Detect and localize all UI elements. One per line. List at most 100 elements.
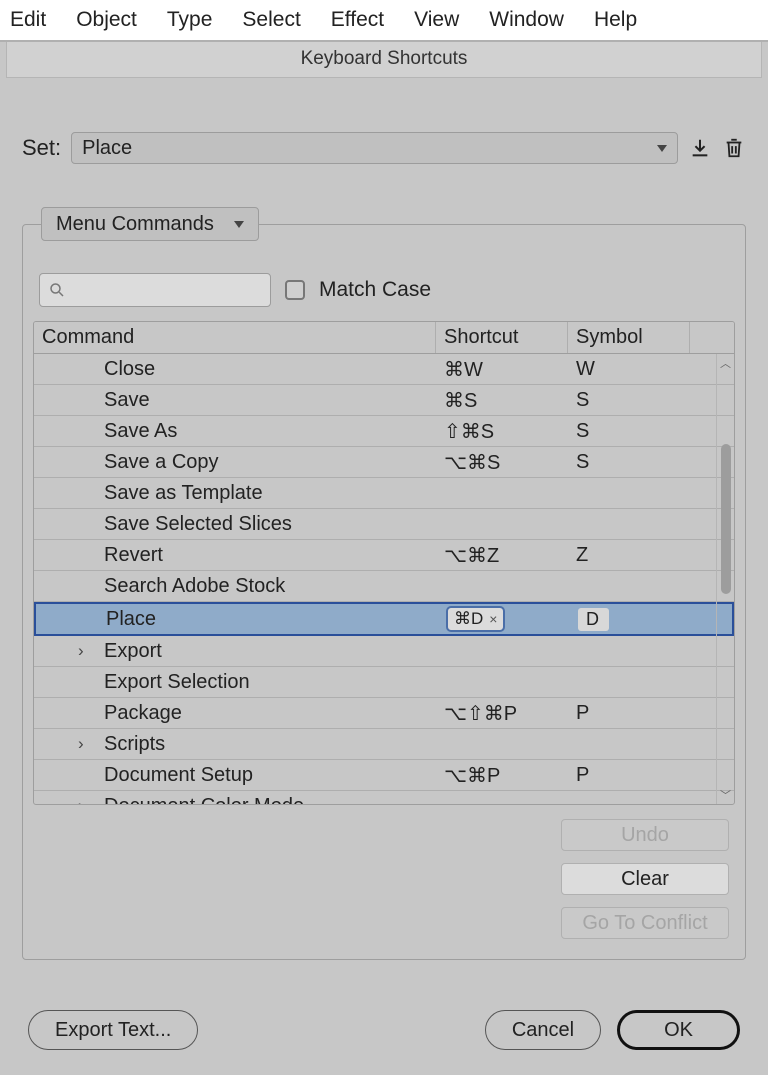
table-row[interactable]: › Export — [34, 636, 734, 667]
table-row[interactable]: Save a Copy⌥⌘SS — [34, 447, 734, 478]
clear-button[interactable]: Clear — [561, 863, 729, 895]
table-row[interactable]: Document Setup⌥⌘PP — [34, 760, 734, 791]
menu-type[interactable]: Type — [167, 8, 213, 32]
command-label: Save As — [104, 420, 177, 443]
set-dropdown-value: Place — [82, 137, 132, 160]
column-symbol[interactable]: Symbol — [568, 322, 690, 353]
ok-button[interactable]: OK — [617, 1010, 740, 1050]
table-row[interactable]: Search Adobe Stock — [34, 571, 734, 602]
table-row[interactable]: Revert ⌥⌘ZZ — [34, 540, 734, 571]
shortcut-cell: ⌘W — [436, 354, 568, 384]
column-command[interactable]: Command — [34, 322, 436, 353]
command-cell: Save As — [34, 416, 436, 446]
table-row[interactable]: › Scripts — [34, 729, 734, 760]
command-cell: Save a Copy — [34, 447, 436, 477]
shortcut-cell — [436, 571, 568, 601]
command-label: Document Setup — [104, 764, 253, 787]
menu-edit[interactable]: Edit — [10, 8, 46, 32]
shortcut-cell: ⌥⌘Z — [436, 540, 568, 570]
menu-effect[interactable]: Effect — [331, 8, 384, 32]
symbol-cell — [568, 478, 690, 508]
chevron-down-icon — [234, 221, 244, 228]
menu-view[interactable]: View — [414, 8, 459, 32]
save-set-icon[interactable] — [688, 136, 712, 160]
command-cell: › Document Color Mode — [34, 791, 436, 804]
column-shortcut[interactable]: Shortcut — [436, 322, 568, 353]
symbol-cell — [568, 509, 690, 539]
command-cell: Place — [36, 604, 438, 634]
scrollbar[interactable]: ︿ ﹀ — [716, 354, 734, 804]
symbol-cell: S — [568, 385, 690, 415]
symbol-cell — [568, 571, 690, 601]
command-label: Search Adobe Stock — [104, 575, 285, 598]
command-cell: Save — [34, 385, 436, 415]
cancel-button[interactable]: Cancel — [485, 1010, 601, 1050]
category-dropdown[interactable]: Menu Commands — [41, 207, 259, 241]
command-label: Save — [104, 389, 150, 412]
shortcut-cell — [436, 667, 568, 697]
column-spacer — [690, 322, 734, 353]
shortcut-cell — [436, 729, 568, 759]
table-row[interactable]: › Document Color Mode — [34, 791, 734, 804]
shortcut-cell — [436, 478, 568, 508]
command-cell: Revert — [34, 540, 436, 570]
menu-window[interactable]: Window — [489, 8, 564, 32]
shortcut-cell[interactable]: ⌘D× — [438, 604, 570, 634]
search-icon — [48, 281, 66, 299]
command-label: Scripts — [104, 733, 165, 756]
command-cell: Close — [34, 354, 436, 384]
search-input[interactable] — [39, 273, 271, 307]
scroll-down-icon[interactable]: ﹀ — [717, 786, 734, 804]
table-row[interactable]: Save ⌘SS — [34, 385, 734, 416]
chevron-down-icon — [657, 145, 667, 152]
table-row[interactable]: Save as Template — [34, 478, 734, 509]
menu-select[interactable]: Select — [242, 8, 300, 32]
command-cell: Save as Template — [34, 478, 436, 508]
match-case-checkbox[interactable] — [285, 280, 305, 300]
command-label: Export Selection — [104, 671, 250, 694]
symbol-cell: W — [568, 354, 690, 384]
command-cell: › Scripts — [34, 729, 436, 759]
table-row[interactable]: Place ⌘D× D — [34, 602, 734, 636]
shortcut-cell: ⌘S — [436, 385, 568, 415]
command-cell: Search Adobe Stock — [34, 571, 436, 601]
command-label: Export — [104, 640, 162, 663]
export-text-button[interactable]: Export Text... — [28, 1010, 198, 1050]
symbol-cell: Z — [568, 540, 690, 570]
shortcut-cell — [436, 636, 568, 666]
command-label: Save as Template — [104, 482, 263, 505]
menu-help[interactable]: Help — [594, 8, 637, 32]
symbol-input[interactable]: D — [578, 608, 609, 631]
command-label: Document Color Mode — [104, 795, 304, 805]
command-cell: Document Setup — [34, 760, 436, 790]
app-menubar: Edit Object Type Select Effect View Wind… — [0, 0, 768, 42]
dialog: Keyboard Shortcuts Set: Place Menu Comma… — [0, 42, 768, 1075]
scroll-up-icon[interactable]: ︿ — [717, 354, 734, 372]
shortcut-cell: ⇧⌘S — [436, 416, 568, 446]
clear-shortcut-icon[interactable]: × — [489, 611, 497, 627]
shortcut-input[interactable]: ⌘D× — [446, 606, 505, 632]
commands-group: Menu Commands Match Case Command Shortcu… — [22, 224, 746, 960]
menu-object[interactable]: Object — [76, 8, 137, 32]
symbol-cell — [568, 667, 690, 697]
table-row[interactable]: Save As⇧⌘SS — [34, 416, 734, 447]
table-row[interactable]: Save Selected Slices — [34, 509, 734, 540]
shortcut-cell: ⌥⌘P — [436, 760, 568, 790]
delete-set-icon[interactable] — [722, 136, 746, 160]
match-case-label: Match Case — [319, 278, 431, 302]
command-label: Revert — [104, 544, 163, 567]
table-row[interactable]: Export Selection — [34, 667, 734, 698]
command-label: Place — [106, 608, 156, 631]
dialog-title: Keyboard Shortcuts — [6, 42, 762, 78]
set-dropdown[interactable]: Place — [71, 132, 678, 164]
command-cell: › Export — [34, 636, 436, 666]
table-row[interactable]: Close⌘WW — [34, 354, 734, 385]
undo-button: Undo — [561, 819, 729, 851]
table-row[interactable]: Package⌥⇧⌘PP — [34, 698, 734, 729]
expand-icon[interactable]: › — [78, 641, 84, 661]
scroll-thumb[interactable] — [721, 444, 731, 594]
expand-icon[interactable]: › — [78, 796, 84, 804]
symbol-cell: P — [568, 698, 690, 728]
symbol-cell — [568, 636, 690, 666]
expand-icon[interactable]: › — [78, 734, 84, 754]
